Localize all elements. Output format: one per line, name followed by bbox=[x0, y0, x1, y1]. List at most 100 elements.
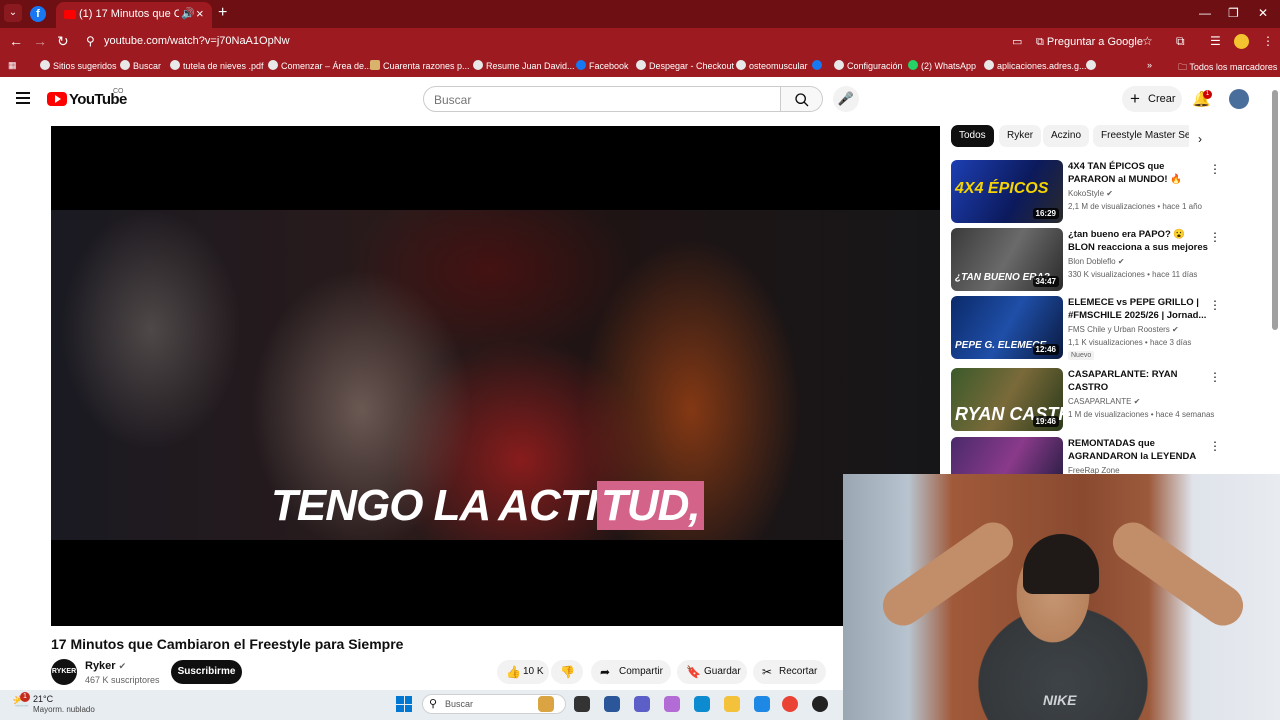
save-button[interactable]: 🔖 Guardar bbox=[677, 660, 747, 684]
chip-ryker[interactable]: Ryker bbox=[999, 125, 1042, 147]
speaker-icon[interactable]: 🔊 bbox=[181, 7, 195, 20]
extensions-icon[interactable]: ⧉ bbox=[1176, 34, 1185, 49]
windows-start-icon[interactable] bbox=[396, 696, 412, 712]
store-icon[interactable] bbox=[604, 696, 620, 712]
video-player[interactable]: TENGO LA ACTITUD, bbox=[51, 126, 940, 626]
bookmark-item[interactable]: Sitios sugeridos bbox=[40, 60, 117, 71]
outlook-icon[interactable] bbox=[754, 696, 770, 712]
bookmark-item[interactable] bbox=[812, 60, 825, 71]
more-options-icon[interactable]: ⋮ bbox=[1209, 298, 1221, 312]
all-bookmarks-folder[interactable]: 🗀 Todos los marcadores bbox=[1178, 60, 1277, 76]
chrome-icon[interactable] bbox=[782, 696, 798, 712]
search-button[interactable] bbox=[781, 86, 823, 112]
recommendation-channel[interactable]: FreeRap Zone bbox=[1068, 466, 1120, 474]
edge-icon[interactable] bbox=[694, 696, 710, 712]
recommendation-item[interactable]: REMONTADAS que AGRANDARON la LEYENDA de.… bbox=[951, 437, 1221, 474]
account-avatar[interactable] bbox=[1229, 89, 1249, 109]
channel-avatar[interactable]: RYKER bbox=[51, 659, 77, 685]
bookmark-item[interactable]: Resume Juan David... bbox=[473, 60, 575, 71]
recommendation-title[interactable]: ELEMECE vs PEPE GRILLO | #FMSCHILE 2025/… bbox=[1068, 296, 1208, 322]
minimize-icon[interactable]: — bbox=[1199, 6, 1211, 20]
teams-icon[interactable] bbox=[634, 696, 650, 712]
subscribe-button[interactable]: Suscribirme bbox=[171, 660, 242, 684]
file-explorer-icon[interactable] bbox=[724, 696, 740, 712]
search-input[interactable]: Buscar bbox=[423, 86, 781, 112]
browser-menu-icon[interactable]: ⋮ bbox=[1262, 34, 1274, 48]
voice-search-icon[interactable]: 🎤 bbox=[833, 86, 859, 112]
channel-name[interactable]: Ryker ✔ bbox=[85, 660, 126, 672]
menu-icon[interactable] bbox=[16, 92, 30, 104]
scrollbar-thumb[interactable] bbox=[1272, 90, 1278, 330]
video-thumbnail[interactable]: ¿TAN BUENO ERA? 34:47 bbox=[951, 228, 1063, 291]
recommendation-item[interactable]: RYAN CASTRO 19:46 CASAPARLANTE: RYAN CAS… bbox=[951, 368, 1221, 432]
chip-all[interactable]: Todos bbox=[951, 125, 994, 147]
restore-icon[interactable]: ❐ bbox=[1228, 6, 1239, 20]
reload-icon[interactable]: ↻ bbox=[57, 33, 69, 50]
ask-google-button[interactable]: ⧉ Preguntar a Google bbox=[1036, 36, 1143, 49]
copilot-icon[interactable] bbox=[664, 696, 680, 712]
notification-badge: 1 bbox=[1203, 90, 1212, 99]
more-options-icon[interactable]: ⋮ bbox=[1209, 162, 1221, 176]
taskbar-widget-icon[interactable] bbox=[538, 696, 554, 712]
video-duration: 34:47 bbox=[1032, 276, 1059, 287]
create-button[interactable]: + Crear bbox=[1122, 86, 1182, 112]
recommendation-title[interactable]: REMONTADAS que AGRANDARON la LEYENDA de.… bbox=[1068, 437, 1208, 464]
recommendation-item[interactable]: ¿TAN BUENO ERA? 34:47 ¿tan bueno era PAP… bbox=[951, 228, 1221, 292]
chevron-right-icon[interactable]: › bbox=[1198, 132, 1202, 146]
bookmarks-overflow-icon[interactable]: » bbox=[1147, 60, 1152, 70]
share-button[interactable]: ➦ Compartir bbox=[591, 660, 671, 684]
apps-grid-icon[interactable]: ▦ bbox=[8, 60, 17, 71]
facebook-tab-favicon-icon[interactable]: f bbox=[30, 6, 46, 22]
bookmark-item[interactable]: Facebook bbox=[576, 60, 629, 71]
recommendation-channel[interactable]: CASAPARLANTE ✔ bbox=[1068, 397, 1140, 406]
window-close-icon[interactable]: ✕ bbox=[1258, 6, 1268, 20]
tab-youtube-active[interactable]: (1) 17 Minutos que Cambiaron el Freestyl… bbox=[56, 2, 212, 28]
bookmark-item[interactable] bbox=[1086, 60, 1099, 71]
recommendation-item[interactable]: 4X4 ÉPICOS 16:29 4X4 TAN ÉPICOS que PARA… bbox=[951, 160, 1221, 224]
video-thumbnail[interactable]: 4X4 ÉPICOS 16:29 bbox=[951, 160, 1063, 223]
bookmark-item[interactable]: tutela de nieves .pdf bbox=[170, 60, 264, 71]
search-icon bbox=[794, 93, 808, 107]
video-thumbnail[interactable]: RYAN CASTRO 19:46 bbox=[951, 368, 1063, 431]
bookmark-star-icon[interactable]: ☆ bbox=[1142, 34, 1153, 48]
tab-close-icon[interactable]: × bbox=[196, 6, 204, 21]
forward-icon[interactable]: → bbox=[33, 33, 47, 49]
bookmark-item[interactable]: osteomuscular bbox=[736, 60, 808, 71]
recommendation-item[interactable]: PEPE G. ELEMECE 12:46 ELEMECE vs PEPE GR… bbox=[951, 296, 1221, 360]
back-icon[interactable]: ← bbox=[9, 33, 23, 49]
new-tab-icon[interactable]: + bbox=[218, 4, 227, 22]
video-thumbnail[interactable]: PEPE G. ELEMECE 12:46 bbox=[951, 296, 1063, 359]
reading-list-icon[interactable]: ☰ bbox=[1210, 34, 1221, 48]
more-options-icon[interactable]: ⋮ bbox=[1209, 230, 1221, 244]
dislike-button[interactable]: 👎 bbox=[551, 660, 583, 684]
cast-icon[interactable]: ▭ bbox=[1012, 35, 1022, 48]
chip-freestyle-master[interactable]: Freestyle Master Se bbox=[1093, 125, 1189, 147]
video-thumbnail[interactable] bbox=[951, 437, 1063, 474]
obs-icon[interactable] bbox=[812, 696, 828, 712]
bookmark-item[interactable]: Cuarenta razones p... bbox=[370, 60, 470, 71]
recommendation-meta: 330 K visualizaciones • hace 11 días bbox=[1068, 270, 1198, 279]
tab-search-dropdown-icon[interactable]: ⌄ bbox=[4, 4, 22, 22]
verified-icon: ✔ bbox=[118, 661, 127, 671]
profile-icon[interactable] bbox=[1234, 34, 1249, 49]
bookmark-item[interactable]: (2) WhatsApp bbox=[908, 60, 976, 71]
chip-aczino[interactable]: Aczino bbox=[1043, 125, 1090, 147]
recommendation-channel[interactable]: FMS Chile y Urban Roosters ✔ bbox=[1068, 325, 1179, 334]
recommendation-title[interactable]: ¿tan bueno era PAPO? 😮 BLON reacciona a … bbox=[1068, 228, 1208, 255]
more-options-icon[interactable]: ⋮ bbox=[1209, 439, 1221, 453]
bookmark-item[interactable]: aplicaciones.adres.g... bbox=[984, 60, 1087, 71]
more-options-icon[interactable]: ⋮ bbox=[1209, 370, 1221, 384]
bookmark-item[interactable]: Buscar bbox=[120, 60, 161, 71]
task-view-icon[interactable] bbox=[574, 696, 590, 712]
bookmark-item[interactable]: Configuración bbox=[834, 60, 903, 71]
recommendation-channel[interactable]: Blon Dobleflo ✔ bbox=[1068, 257, 1125, 266]
recommendation-channel[interactable]: KokoStyle ✔ bbox=[1068, 189, 1113, 198]
bookmark-item[interactable]: Comenzar – Área de... bbox=[268, 60, 372, 71]
clip-button[interactable]: ✂ Recortar bbox=[753, 660, 826, 684]
recommendation-title[interactable]: 4X4 TAN ÉPICOS que PARARON al MUNDO! 🔥 bbox=[1068, 160, 1208, 186]
like-button[interactable]: 👍 10 K bbox=[497, 660, 549, 684]
site-info-icon[interactable]: ⚲ bbox=[86, 34, 95, 48]
bookmark-item[interactable]: Despegar - Checkout bbox=[636, 60, 734, 71]
url-field[interactable]: ⚲ youtube.com/watch?v=j70NaA1OpNw bbox=[78, 31, 1018, 53]
recommendation-title[interactable]: CASAPARLANTE: RYAN CASTRO bbox=[1068, 368, 1208, 394]
